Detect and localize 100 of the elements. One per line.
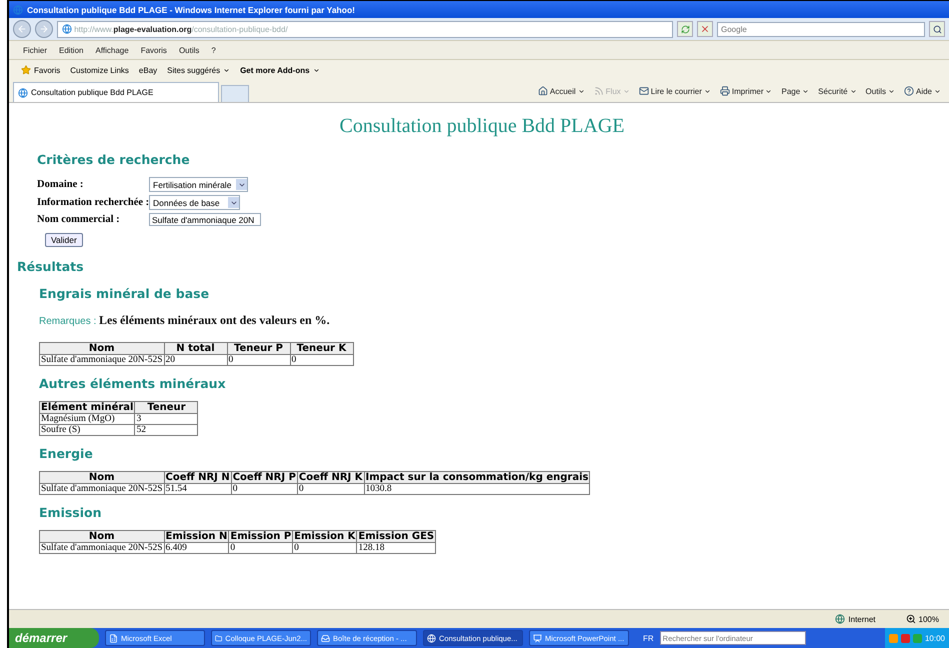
table-cell: 20: [164, 354, 227, 366]
search-field[interactable]: Google: [717, 22, 925, 36]
address-field[interactable]: http://www.plage-evaluation.org/consultation-publique-bdd/: [57, 20, 673, 38]
table-cell: 51.54: [164, 484, 232, 494]
refresh-icon: [680, 24, 690, 34]
caret-icon: [704, 88, 711, 94]
caret-icon: [312, 66, 320, 74]
column-header: Teneur K: [290, 342, 353, 354]
favorites-button[interactable]: Favoris: [21, 65, 60, 75]
menu-item[interactable]: Edition: [59, 46, 84, 54]
start-button[interactable]: démarrer: [9, 628, 99, 648]
validate-button[interactable]: Valider: [45, 233, 83, 247]
favorites-link[interactable]: Sites suggérés: [167, 66, 230, 74]
command-button[interactable]: Sécurité: [818, 86, 857, 96]
column-header: Teneur: [134, 402, 198, 414]
zoom-button[interactable]: 100%: [906, 614, 939, 624]
search-button[interactable]: [929, 21, 945, 37]
section-heading: Engrais minéral de base: [39, 286, 210, 301]
caret-icon: [888, 88, 895, 94]
folder-icon: [215, 634, 222, 642]
field-label: Information recherchée :: [37, 197, 149, 208]
table-cell: 52: [134, 424, 198, 436]
zone-status: Internet: [835, 614, 876, 624]
home-icon: [538, 86, 548, 96]
column-header: Coeff NRJ K: [297, 472, 364, 484]
remark-text: Remarques : Les éléments minéraux ont des valeurs en %.: [39, 313, 331, 328]
refresh-button[interactable]: [677, 21, 693, 37]
globe-icon: [427, 634, 436, 642]
favorites-link[interactable]: eBay: [138, 66, 158, 74]
menu-item[interactable]: Favoris: [140, 46, 167, 54]
column-header: Emission GES: [356, 530, 436, 542]
table-cell: Sulfate d'ammoniaque 20N-52S: [40, 484, 164, 494]
section-heading: Emission: [39, 505, 102, 520]
dropdown[interactable]: Données de base: [149, 195, 240, 210]
caret-icon: [223, 66, 230, 74]
zoom-icon: [906, 614, 916, 624]
table-cell: Sulfate d'ammoniaque 20N-52S: [40, 354, 164, 366]
favorites-link[interactable]: Get more Add-ons: [240, 66, 320, 74]
globe-icon: [835, 614, 846, 624]
mail-icon: [638, 86, 649, 96]
spreadsheet-icon: [109, 634, 118, 642]
caret-icon: [622, 88, 630, 94]
table-cell: 0: [227, 354, 290, 366]
table-cell: 0: [292, 542, 357, 554]
column-header: Impact sur la consommation/kg engrais: [364, 472, 590, 484]
back-arrow-icon: [17, 24, 27, 34]
column-header: Nom: [40, 342, 164, 354]
page-title: Consultation publique Bdd PLAGE: [338, 115, 626, 138]
clock: 10:00: [924, 634, 945, 642]
table-cell: 0: [231, 484, 298, 494]
menu-item[interactable]: Affichage: [95, 46, 129, 54]
field-label: Domaine :: [37, 179, 84, 190]
back-button[interactable]: [13, 20, 31, 38]
table-cell: 1030.8: [364, 484, 590, 494]
menu-item[interactable]: Outils: [178, 46, 200, 54]
globe-icon: [13, 4, 23, 14]
field-label: Nom commercial :: [37, 214, 121, 225]
language-indicator: FR: [643, 634, 654, 642]
dropdown[interactable]: Fertilisation minérale: [149, 177, 248, 192]
favorites-link[interactable]: Customize Links: [70, 66, 129, 74]
caret-icon: [765, 88, 772, 94]
help-icon: [904, 86, 914, 96]
column-header: Emission K: [292, 530, 357, 542]
globe-icon: [62, 24, 72, 34]
command-button[interactable]: Accueil: [538, 86, 585, 96]
table-cell: 0: [228, 542, 293, 554]
command-button[interactable]: Outils: [866, 86, 895, 96]
table-cell: 3: [134, 414, 198, 424]
column-header: Emission N: [164, 530, 229, 542]
column-header: N total: [164, 342, 227, 354]
search-icon: [932, 24, 942, 34]
input-field[interactable]: Sulfate d'ammoniaque 20N: [149, 213, 261, 226]
column-header: Elément minéral: [40, 402, 135, 414]
table-cell: Magnésium (MgO): [40, 414, 135, 424]
feed-icon: [594, 86, 604, 96]
table-cell: Soufre (S): [40, 424, 135, 436]
results-heading: Résultats: [17, 259, 85, 274]
column-header: Emission P: [228, 530, 293, 542]
command-button[interactable]: Page: [781, 86, 810, 96]
printer-icon: [720, 86, 730, 96]
caret-icon: [802, 88, 810, 94]
column-header: Nom: [40, 530, 164, 542]
new-tab-button[interactable]: [221, 85, 249, 102]
menu-item[interactable]: ?: [211, 46, 216, 54]
stop-button[interactable]: [697, 21, 713, 37]
command-button[interactable]: Imprimer: [720, 86, 772, 96]
section-heading: Autres éléments minéraux: [39, 376, 227, 391]
forward-button[interactable]: [35, 20, 53, 38]
table-cell: 128.18: [356, 542, 436, 554]
column-header: Coeff NRJ P: [231, 472, 298, 484]
column-header: Nom: [40, 472, 164, 484]
command-button[interactable]: Aide: [904, 86, 941, 96]
section-heading: Energie: [39, 446, 94, 461]
star-icon: [21, 65, 31, 75]
menu-item[interactable]: Fichier: [23, 46, 48, 54]
browser-tab[interactable]: Consultation publique Bdd PLAGE: [13, 82, 219, 102]
caret-icon: [934, 88, 941, 94]
command-button[interactable]: Lire le courrier: [638, 86, 711, 96]
caret-icon: [578, 88, 585, 94]
window-title: Consultation publique Bdd PLAGE - Windows Internet Explorer fourni par Yahoo!: [27, 4, 355, 14]
